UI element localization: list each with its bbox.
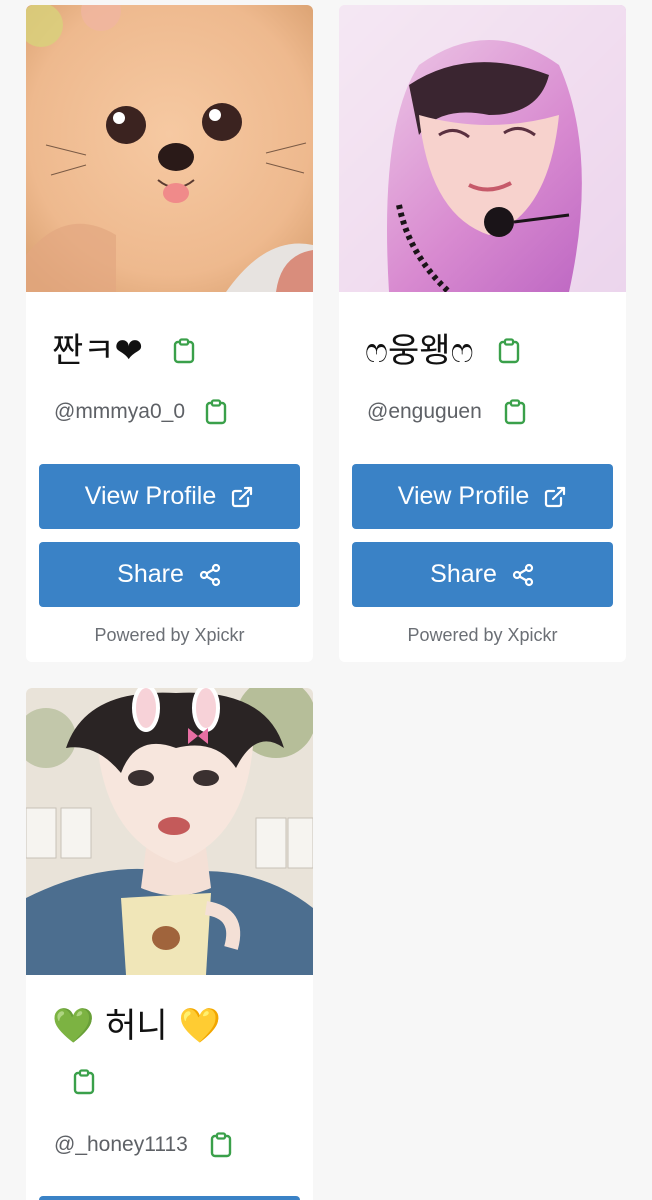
display-name-row: ෆ웅왱ෆ bbox=[365, 331, 520, 371]
powered-by-text: Powered by Xpickr bbox=[94, 625, 245, 645]
profile-card-2: ෆ웅왱ෆ @enguguen View Profile Share Powere… bbox=[339, 5, 626, 662]
view-profile-button-partial[interactable] bbox=[39, 1196, 300, 1200]
view-profile-button[interactable]: View Profile bbox=[352, 464, 613, 529]
view-profile-button[interactable]: View Profile bbox=[39, 464, 300, 529]
clipboard-icon[interactable] bbox=[73, 1069, 95, 1095]
username-handle: @enguguen bbox=[367, 400, 482, 423]
external-link-icon bbox=[545, 486, 566, 507]
share-button[interactable]: Share bbox=[39, 542, 300, 607]
share-label: Share bbox=[430, 560, 497, 588]
clipboard-icon[interactable] bbox=[205, 399, 227, 425]
username-handle: @mmmya0_0 bbox=[54, 400, 186, 423]
clipboard-icon[interactable] bbox=[504, 399, 526, 425]
avatar-image-singer bbox=[339, 5, 626, 292]
profile-card-1: 짠ㅋ❤ @mmmya0_0 View Profile Share Powered… bbox=[26, 5, 313, 662]
share-button[interactable]: Share bbox=[352, 542, 613, 607]
display-name: ෆ웅왱ෆ bbox=[365, 331, 474, 371]
view-profile-label: View Profile bbox=[84, 482, 217, 510]
display-name: 짠ㅋ❤ bbox=[52, 331, 144, 371]
share-label: Share bbox=[117, 560, 184, 588]
powered-by-text: Powered by Xpickr bbox=[407, 625, 558, 645]
handle-row: @enguguen bbox=[367, 399, 526, 425]
share-icon bbox=[512, 563, 533, 586]
display-name-row: 💚 허니 💛 bbox=[52, 1006, 221, 1046]
avatar-image-pomeranian bbox=[26, 5, 313, 292]
clipboard-icon[interactable] bbox=[210, 1132, 232, 1158]
external-link-icon bbox=[232, 486, 253, 507]
avatar-image-honey bbox=[26, 688, 313, 975]
profile-card-3: 💚 허니 💛 @_honey1113 bbox=[26, 688, 313, 1200]
username-handle: @_honey1113 bbox=[54, 1133, 188, 1156]
handle-row: @_honey1113 bbox=[54, 1132, 232, 1158]
name-copy-row bbox=[73, 1069, 95, 1100]
handle-row: @mmmya0_0 bbox=[54, 399, 227, 425]
clipboard-icon[interactable] bbox=[498, 338, 520, 364]
share-icon bbox=[199, 563, 220, 586]
display-name: 💚 허니 💛 bbox=[52, 1006, 221, 1046]
view-profile-label: View Profile bbox=[397, 482, 530, 510]
clipboard-icon[interactable] bbox=[173, 338, 195, 364]
display-name-row: 짠ㅋ❤ bbox=[52, 331, 195, 371]
